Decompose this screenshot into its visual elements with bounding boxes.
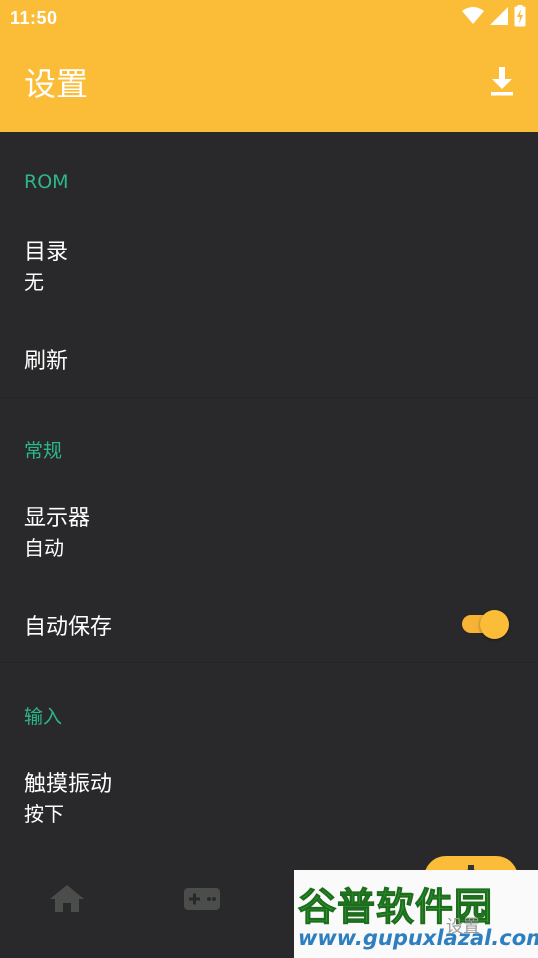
pref-display[interactable]: 显示器 自动 [0, 484, 538, 578]
watermark-url: www.gupuxlazal.com [298, 926, 538, 950]
battery-charging-icon [514, 5, 526, 31]
section-header-input: 输入 [24, 706, 63, 728]
status-time: 11:50 [10, 7, 58, 28]
pref-refresh[interactable]: 刷新 [0, 312, 538, 396]
nav-games[interactable] [184, 888, 220, 914]
pref-directory[interactable]: 目录 无 [0, 218, 538, 312]
signal-icon [490, 7, 508, 29]
pref-haptic-title: 触摸振动 [24, 772, 113, 797]
watermark: 谷普软件园 www.gupuxlazal.com 设置 [294, 870, 538, 958]
pref-autosave-title: 自动保存 [24, 615, 113, 640]
pref-refresh-title: 刷新 [24, 349, 69, 374]
nav-home[interactable] [48, 884, 86, 918]
pref-display-title: 显示器 [24, 506, 91, 531]
pref-display-summary: 自动 [24, 536, 64, 560]
section-header-general: 常规 [24, 440, 63, 462]
section-divider [0, 397, 538, 398]
section-divider [0, 662, 538, 663]
pref-autosave[interactable]: 自动保存 [0, 578, 538, 662]
page-title: 设置 [24, 65, 89, 103]
status-bar: 11:50 [0, 0, 538, 36]
download-icon [489, 67, 515, 101]
pref-haptic[interactable]: 触摸振动 按下 [0, 750, 538, 844]
pref-directory-title: 目录 [24, 240, 69, 265]
home-icon [48, 884, 86, 918]
app-bar: 11:50 设置 [0, 0, 538, 132]
pref-haptic-summary: 按下 [24, 802, 64, 826]
wifi-icon [462, 7, 484, 29]
nav-settings-label: 设置 [446, 917, 480, 937]
toggle-thumb [480, 610, 509, 639]
autosave-toggle[interactable] [460, 610, 510, 639]
section-header-rom: ROM [24, 171, 69, 193]
download-button[interactable] [484, 64, 520, 104]
gamepad-icon [184, 888, 220, 914]
pref-directory-summary: 无 [24, 270, 44, 294]
status-icons [462, 5, 526, 31]
